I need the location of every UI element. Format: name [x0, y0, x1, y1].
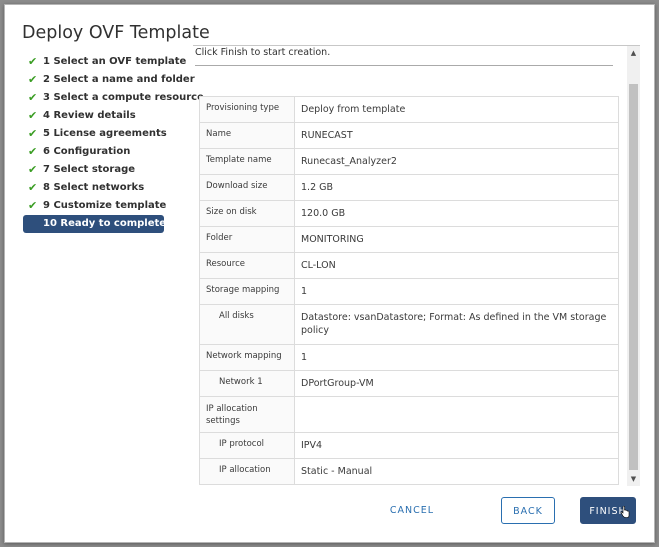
step-2[interactable]: ✔ 2 Select a name and folder	[23, 71, 195, 89]
step-label: 1 Select an OVF template	[43, 56, 187, 67]
row-key: IP allocation	[199, 458, 295, 485]
row-key: Storage mapping	[199, 278, 295, 305]
row-value: 1	[294, 344, 619, 371]
row-key: Name	[199, 122, 295, 149]
summary-table: Provisioning type Deploy from template N…	[199, 96, 619, 485]
step-label: 3 Select a compute resource	[43, 92, 204, 103]
row-value: Datastore: vsanDatastore; Format: As def…	[294, 304, 619, 345]
step-8[interactable]: ✔ 8 Select networks	[23, 179, 183, 197]
step-10-active[interactable]: 10 Ready to complete	[23, 215, 167, 233]
row-value: IPV4	[294, 432, 619, 459]
row-key: Download size	[199, 174, 295, 201]
scroll-up-icon[interactable]: ▲	[627, 46, 640, 60]
row-value: RUNECAST	[294, 122, 619, 149]
step-label: 9 Customize template	[43, 200, 167, 211]
check-icon: ✔	[28, 145, 38, 158]
row-value: Static - Manual	[294, 458, 619, 485]
table-row: Size on disk 120.0 GB	[199, 200, 619, 227]
row-key: Template name	[199, 148, 295, 175]
row-value: MONITORING	[294, 226, 619, 253]
row-value: 1	[294, 278, 619, 305]
step-label: 8 Select networks	[43, 182, 145, 193]
back-button[interactable]: BACK	[501, 497, 555, 524]
table-row: Storage mapping 1	[199, 278, 619, 305]
step-label: 4 Review details	[43, 110, 136, 121]
cancel-button[interactable]: CANCEL	[380, 497, 444, 524]
check-icon: ✔	[28, 199, 38, 212]
table-row: All disks Datastore: vsanDatastore; Form…	[199, 304, 619, 345]
step-3[interactable]: ✔ 3 Select a compute resource	[23, 89, 204, 107]
dialog-title: Deploy OVF Template	[22, 23, 210, 43]
table-row: IP protocol IPV4	[199, 432, 619, 459]
step-label: 5 License agreements	[43, 128, 167, 139]
row-key: Network 1	[199, 370, 295, 397]
scroll-down-icon[interactable]: ▼	[627, 472, 640, 486]
table-row: Name RUNECAST	[199, 122, 619, 149]
row-key: All disks	[199, 304, 295, 345]
step-label: 10 Ready to complete	[43, 218, 167, 229]
row-key: IP allocation settings	[199, 396, 295, 433]
table-row: Network 1 DPortGroup-VM	[199, 370, 619, 397]
row-key: Network mapping	[199, 344, 295, 371]
table-row: Provisioning type Deploy from template	[199, 96, 619, 123]
check-icon: ✔	[28, 91, 38, 104]
step-label: 6 Configuration	[43, 146, 131, 157]
vertical-scrollbar[interactable]: ▲ ▼	[627, 46, 640, 486]
intro-text: Click Finish to start creation.	[195, 47, 331, 58]
table-row: IP allocation settings	[199, 396, 619, 433]
table-row: Folder MONITORING	[199, 226, 619, 253]
content-panel: Click Finish to start creation. Provisio…	[193, 45, 640, 486]
table-row: IP allocation Static - Manual	[199, 458, 619, 485]
row-value: 1.2 GB	[294, 174, 619, 201]
row-value: DPortGroup-VM	[294, 370, 619, 397]
table-row: Resource CL-LON	[199, 252, 619, 279]
row-value	[294, 396, 619, 433]
table-row: Template name Runecast_Analyzer2	[199, 148, 619, 175]
row-key: Resource	[199, 252, 295, 279]
table-row: Download size 1.2 GB	[199, 174, 619, 201]
check-icon: ✔	[28, 127, 38, 140]
step-7[interactable]: ✔ 7 Select storage	[23, 161, 183, 179]
step-6[interactable]: ✔ 6 Configuration	[23, 143, 183, 161]
row-key: Size on disk	[199, 200, 295, 227]
check-icon: ✔	[28, 163, 38, 176]
row-key: Provisioning type	[199, 96, 295, 123]
divider	[195, 65, 613, 66]
content-scroll-area: Click Finish to start creation. Provisio…	[193, 46, 625, 486]
row-value: CL-LON	[294, 252, 619, 279]
check-icon: ✔	[28, 55, 38, 68]
step-label: 7 Select storage	[43, 164, 136, 175]
row-value: Deploy from template	[294, 96, 619, 123]
step-4[interactable]: ✔ 4 Review details	[23, 107, 183, 125]
row-key: Folder	[199, 226, 295, 253]
check-icon: ✔	[28, 109, 38, 122]
step-9[interactable]: ✔ 9 Customize template	[23, 197, 183, 215]
wizard-steps: ✔ 1 Select an OVF template ✔ 2 Select a …	[23, 53, 204, 233]
hand-cursor-icon	[620, 506, 630, 518]
scroll-thumb[interactable]	[629, 84, 638, 470]
step-1[interactable]: ✔ 1 Select an OVF template	[23, 53, 187, 71]
deploy-ovf-dialog: Deploy OVF Template ✔ 1 Select an OVF te…	[4, 4, 655, 543]
table-row: Network mapping 1	[199, 344, 619, 371]
step-label: 2 Select a name and folder	[43, 74, 195, 85]
row-value: Runecast_Analyzer2	[294, 148, 619, 175]
check-icon: ✔	[28, 73, 38, 86]
step-5[interactable]: ✔ 5 License agreements	[23, 125, 183, 143]
row-value: 120.0 GB	[294, 200, 619, 227]
row-key: IP protocol	[199, 432, 295, 459]
check-icon: ✔	[28, 181, 38, 194]
